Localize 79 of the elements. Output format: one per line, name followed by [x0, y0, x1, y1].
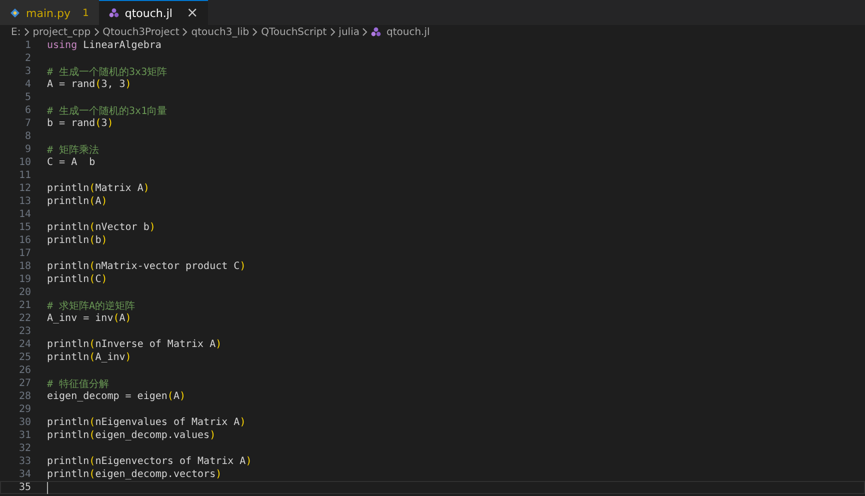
chevron-icon [252, 28, 258, 36]
code-text: println(A) [47, 196, 108, 207]
code-text: using LinearAlgebra [47, 40, 162, 51]
line-number: 29 [18, 404, 31, 415]
chevron-icon [24, 28, 30, 36]
line-number: 25 [18, 352, 31, 363]
line-number: 1 [24, 40, 31, 51]
chevron-icon [182, 28, 188, 36]
line-number: 5 [24, 92, 31, 103]
line-number: 32 [18, 443, 31, 454]
breadcrumb-item[interactable]: Qtouch3Project [102, 26, 180, 38]
code-text: A = rand(3, 3) [47, 79, 132, 90]
code-text: # 求矩阵A的逆矩阵 [47, 300, 136, 312]
line-number: 28 [18, 391, 31, 402]
code-text: # 特征值分解 [47, 378, 110, 390]
code-text: # 生成一个随机的3x3矩阵 [47, 66, 168, 78]
code-text: # 生成一个随机的3x1向量 [47, 104, 168, 118]
line-number: 10 [18, 157, 31, 168]
line-number: 19 [18, 274, 31, 285]
julia-file-icon [108, 8, 119, 18]
line-number: 4 [24, 79, 31, 90]
breadcrumb-item[interactable]: qtouch.jl [386, 26, 430, 38]
breadcrumb-item[interactable]: QTouchScript [261, 26, 327, 38]
line-number: 24 [18, 339, 31, 350]
breadcrumb-item[interactable]: julia [338, 26, 360, 38]
line-number: 11 [18, 170, 31, 181]
code-text: println(nEigenvalues of Matrix A) [47, 417, 246, 428]
line-number: 3 [24, 66, 31, 77]
line-number: 8 [24, 131, 31, 142]
code-text: println(eigen_decomp.vectors) [47, 469, 222, 480]
line-number: 35 [18, 482, 31, 493]
line-number: 17 [18, 248, 31, 259]
line-number: 31 [18, 430, 31, 441]
close-icon[interactable]: × [186, 6, 198, 20]
line-number: 16 [18, 235, 31, 246]
line-number: 22 [18, 313, 31, 324]
code-text: println(nEigenvectors of Matrix A) [47, 456, 252, 467]
editor-tab[interactable]: qtouch.jl × [98, 0, 208, 25]
line-number: 15 [18, 222, 31, 233]
line-number: 14 [18, 209, 31, 220]
code-text: println(nMatrix-vector product C) [47, 261, 246, 272]
line-number: 13 [18, 196, 31, 207]
line-number: 34 [18, 469, 31, 480]
code-text: eigen_decomp = eigen(A) [47, 391, 186, 402]
line-number: 18 [18, 261, 31, 272]
line-number: 23 [18, 326, 31, 337]
line-number: 2 [24, 53, 31, 64]
editor-tab[interactable]: main.py 1 [0, 0, 99, 25]
code-text: println(C) [47, 274, 108, 285]
line-number: 9 [24, 144, 31, 155]
line-number: 12 [18, 183, 31, 194]
code-text: println(nInverse of Matrix A) [47, 339, 222, 350]
breadcrumb-item[interactable]: E: [11, 26, 21, 38]
line-number: 6 [24, 105, 31, 116]
line-number: 30 [18, 417, 31, 428]
chevron-icon [330, 28, 336, 36]
code-text: C = A b [47, 157, 96, 168]
code-text: b = rand(3) [47, 118, 114, 129]
code-text: println(eigen_decomp.values) [47, 430, 216, 441]
code-text: # 矩阵乘法 [47, 144, 100, 156]
chevron-icon [94, 28, 100, 36]
line-number: 26 [18, 365, 31, 376]
python-file-icon [10, 8, 20, 18]
line-number: 20 [18, 287, 31, 298]
chevron-icon [362, 28, 368, 36]
julia-file-icon [371, 27, 382, 37]
code-text: println(nVector b) [47, 222, 156, 233]
code-text: println(b) [47, 235, 108, 246]
line-number: 21 [18, 300, 31, 311]
line-number: 33 [18, 456, 31, 467]
code-text: println(Matrix A) [47, 183, 150, 194]
code-text: println(A_inv) [47, 352, 132, 363]
breadcrumb-item[interactable]: qtouch3_lib [191, 26, 250, 38]
text-cursor [47, 482, 48, 494]
problem-count: 1 [82, 8, 89, 18]
line-number: 7 [24, 118, 31, 129]
code-text: A_inv = inv(A) [47, 313, 132, 324]
breadcrumb-item[interactable]: project_cpp [32, 26, 91, 38]
line-number: 27 [18, 378, 31, 389]
